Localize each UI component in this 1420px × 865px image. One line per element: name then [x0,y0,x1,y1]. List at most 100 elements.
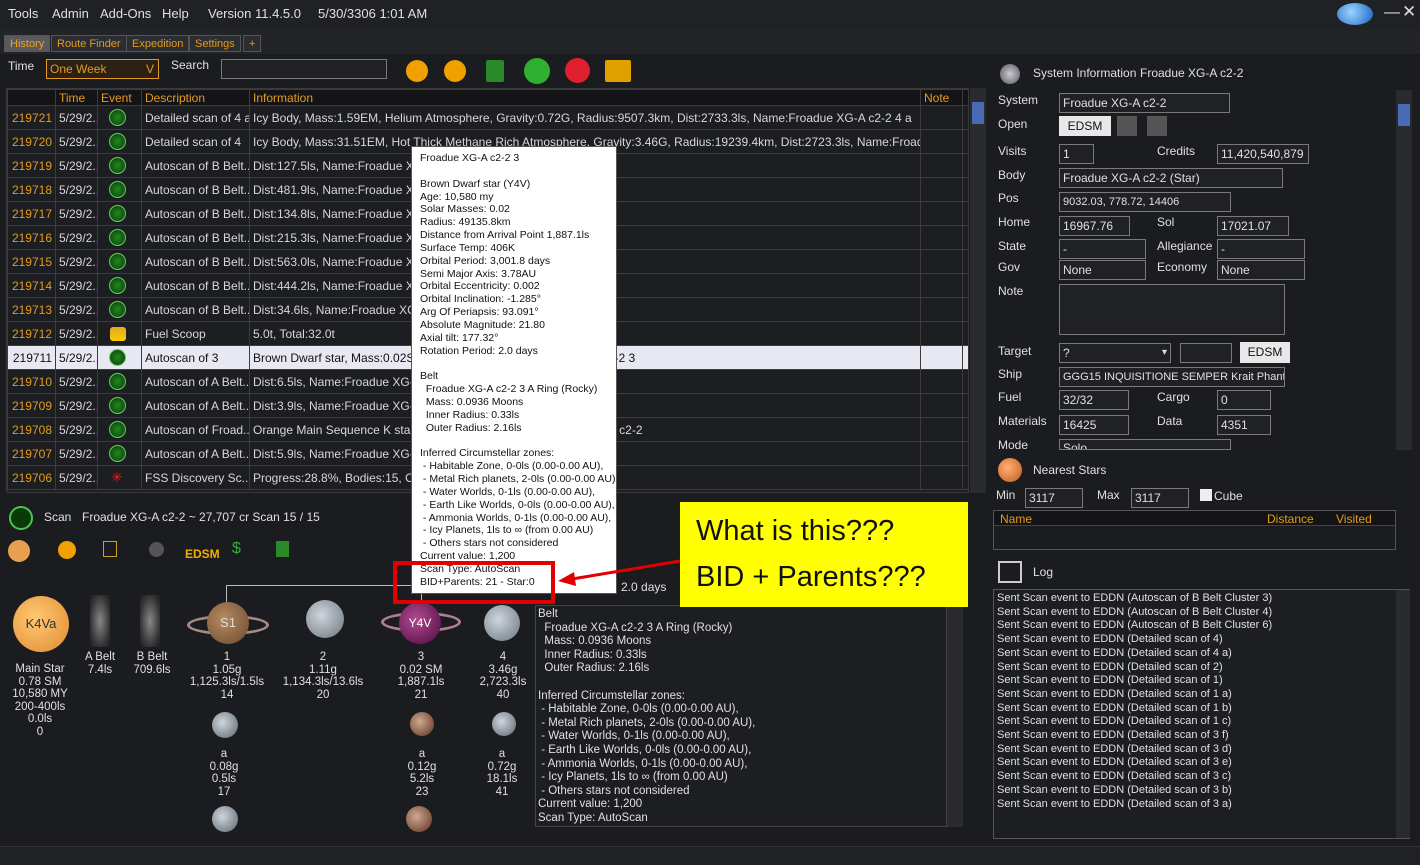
cell-id[interactable]: 219720 [7,129,56,154]
cell-note[interactable] [920,465,963,490]
cell-time[interactable]: 5/29/2... [55,369,98,394]
cell-time[interactable]: 5/29/2... [55,321,98,346]
tab-expedition[interactable]: Expedition [126,35,190,52]
menu-addons[interactable]: Add-Ons [100,6,151,21]
cell-note[interactable] [920,201,963,226]
cell-note[interactable] [920,225,963,250]
belt-b-icon[interactable] [140,595,160,647]
cell-event[interactable]: ✳ [97,465,142,490]
cell-time[interactable]: 5/29/2... [55,393,98,418]
history-scrollbar[interactable] [970,88,986,493]
cell-spacer[interactable] [962,369,968,394]
star-icon[interactable] [8,540,30,562]
cell-event[interactable] [97,129,142,154]
time-dropdown[interactable]: One Week V [46,59,159,79]
cell-spacer[interactable] [962,273,968,298]
filter-event-icon[interactable] [444,60,466,82]
cell-event[interactable] [97,345,142,370]
cell-note[interactable] [920,321,963,346]
moon-3a-icon[interactable] [410,712,434,736]
cell-spacer[interactable] [962,441,968,466]
table-row[interactable]: 2197215/29/2... Detailed scan of 4 aIcy B… [7,105,968,130]
col-header-description[interactable]: Description [141,89,250,106]
cell-spacer[interactable] [962,321,968,346]
moon-4a-icon[interactable] [492,712,516,736]
cell-note[interactable] [920,417,963,442]
cell-time[interactable]: 5/29/2... [55,441,98,466]
cell-description[interactable]: Autoscan of B Belt... [141,153,250,178]
cell-id[interactable]: 219719 [7,153,56,178]
max-field[interactable]: 3117 [1131,488,1189,508]
menu-help[interactable]: Help [162,6,189,21]
cell-description[interactable]: Autoscan of B Belt... [141,225,250,250]
belt-a-icon[interactable] [90,595,110,647]
cell-spacer[interactable] [962,201,968,226]
cell-note[interactable] [920,249,963,274]
col-header-time[interactable]: Time [55,89,98,106]
moon-3b-icon[interactable] [406,806,432,832]
cell-note[interactable] [920,297,963,322]
cell-id[interactable]: 219707 [7,441,56,466]
cell-description[interactable]: FSS Discovery Sc... [141,465,250,490]
cell-event[interactable] [97,297,142,322]
cell-note[interactable] [920,345,963,370]
document-icon[interactable] [103,541,117,557]
cell-description[interactable]: Autoscan of B Belt... [141,297,250,322]
cell-event[interactable] [97,369,142,394]
cell-description[interactable]: Autoscan of B Belt... [141,201,250,226]
cube-checkbox[interactable] [1200,489,1212,501]
cell-id[interactable]: 219718 [7,177,56,202]
cell-id[interactable]: 219717 [7,201,56,226]
cell-spacer[interactable] [962,177,968,202]
remove-icon[interactable] [565,58,590,83]
menu-tools[interactable]: Tools [8,6,38,21]
nearest-col-name[interactable]: Name [1000,512,1032,526]
cell-time[interactable]: 5/29/2... [55,129,98,154]
cell-note[interactable] [920,153,963,178]
cell-id[interactable]: 219716 [7,225,56,250]
cell-id[interactable]: 219708 [7,417,56,442]
tab-history[interactable]: History [4,35,51,52]
planet-3-icon[interactable]: Y4V [399,602,441,644]
cell-time[interactable]: 5/29/2... [55,105,98,130]
open-folder-icon[interactable] [1117,116,1137,136]
col-header-event[interactable]: Event [97,89,142,106]
planet-1-icon[interactable]: S1 [207,602,249,644]
note-field[interactable] [1059,284,1285,335]
cell-description[interactable]: Fuel Scoop [141,321,250,346]
cell-spacer[interactable] [962,417,968,442]
cell-note[interactable] [920,393,963,418]
cell-spacer[interactable] [962,297,968,322]
minimize-icon[interactable]: — [1384,4,1400,22]
edsm-open-button[interactable]: EDSM [1059,116,1111,136]
cell-time[interactable]: 5/29/2... [55,417,98,442]
cell-spacer[interactable] [962,225,968,250]
cell-spacer[interactable] [962,249,968,274]
cell-note[interactable] [920,273,963,298]
cell-note[interactable] [920,105,963,130]
cell-id[interactable]: 219709 [7,393,56,418]
col-header-note[interactable]: Note [920,89,963,106]
target-dropdown[interactable]: ? ▾ [1059,343,1171,363]
cell-note[interactable] [920,129,963,154]
cell-event[interactable] [97,105,142,130]
sysinfo-scrollbar[interactable] [1396,90,1412,450]
cell-description[interactable]: Autoscan of B Belt... [141,273,250,298]
cell-event[interactable] [97,177,142,202]
scroll-thumb[interactable] [972,102,984,124]
system-field[interactable]: Froadue XG-A c2-2 [1059,93,1230,113]
log-scrollbar[interactable] [1396,590,1410,838]
cell-event[interactable] [97,441,142,466]
cell-time[interactable]: 5/29/2... [55,201,98,226]
close-icon[interactable]: ✕ [1402,2,1416,22]
cell-event[interactable] [97,321,142,346]
dollar-icon[interactable]: $ [232,540,241,558]
cell-spacer[interactable] [962,465,968,490]
cell-id[interactable]: 219711 [7,345,56,370]
cell-id[interactable]: 219715 [7,249,56,274]
cell-description[interactable]: Detailed scan of 4 a [141,105,250,130]
map-icon[interactable] [149,542,164,557]
planet-2-icon[interactable] [306,600,344,638]
search-input[interactable] [221,59,387,79]
cell-time[interactable]: 5/29/2... [55,345,98,370]
